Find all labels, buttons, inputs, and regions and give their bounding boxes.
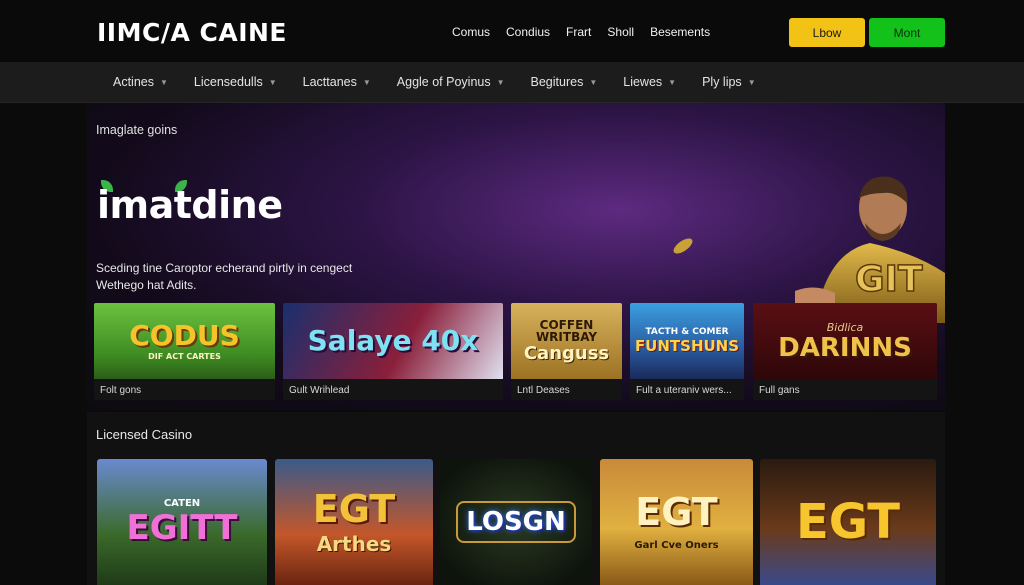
site-logo[interactable]: IIMC/A CAINE (97, 18, 287, 47)
game-card[interactable]: CODUS DIF ACT CARTES Folt gons (94, 303, 275, 400)
game-title-art: Salaye 40x (307, 324, 479, 357)
chevron-down-icon: ▼ (496, 77, 505, 87)
section-title: Licensed Casino (96, 427, 193, 442)
tile-title-art: EGITT (126, 508, 238, 548)
top-nav: Comus Condius Frart Sholl Besements (452, 25, 726, 39)
chevron-down-icon: ▼ (589, 77, 598, 87)
hero-description: Sceding tine Caroptor echerand pirtly in… (96, 260, 396, 294)
category-label: Liewes (623, 75, 663, 89)
game-card-label: Fult a uteraniv wers... (636, 385, 732, 396)
game-subtitle-art: FUNTSHUNS (634, 337, 740, 355)
casino-tile[interactable]: CATEN EGITT (97, 459, 267, 585)
game-card-art: CODUS DIF ACT CARTES (94, 303, 275, 379)
game-title-art-top: Bidlica (826, 320, 864, 334)
category-nav: Actines ▼ Licensedulls ▼ Lacttanes ▼ Aggle … (0, 62, 1024, 103)
hero-figure-badge: GIT (855, 259, 923, 300)
game-card-label: Gult Wrihlead (289, 385, 350, 396)
game-subtitle-art: Canguss (523, 343, 610, 364)
tile-title-art: EGT (635, 490, 718, 534)
hero-banner: Imaglate goins imatdine Sceding tine Car… (87, 103, 945, 410)
tile-title-art: EGT (312, 487, 396, 531)
game-card-label: Full gans (759, 385, 800, 396)
category-item-licensedulls[interactable]: Licensedulls ▼ (194, 75, 277, 89)
category-item-lacttanes[interactable]: Lacttanes ▼ (303, 75, 371, 89)
game-card-art: COFFEN WRITBAY Canguss (511, 303, 622, 379)
game-card[interactable]: COFFEN WRITBAY Canguss Lntl Deases (511, 303, 622, 400)
casino-tile[interactable]: EGT Garl Cve Oners (600, 459, 753, 585)
category-label: Lacttanes (302, 75, 357, 89)
hero-section-title: Imaglate goins (96, 123, 178, 137)
licensed-casino-section: Licensed Casino CATEN EGITT EGT Arthes L… (87, 412, 945, 585)
nav-link-sholl[interactable]: Sholl (607, 25, 634, 39)
game-title-art: DARINNS (778, 332, 912, 363)
tile-subtitle-art: Arthes (316, 532, 392, 556)
chevron-down-icon: ▼ (362, 77, 371, 87)
category-label: Licensedulls (193, 75, 263, 89)
category-item-aggle-of-poyinus[interactable]: Aggle of Poyinus ▼ (397, 75, 505, 89)
tile-subtitle-art: Garl Cve Oners (634, 540, 719, 551)
category-label: Actines (113, 75, 154, 89)
chevron-down-icon: ▼ (160, 77, 168, 87)
category-item-liewes[interactable]: Liewes ▼ (623, 75, 676, 89)
nav-link-comus[interactable]: Comus (452, 25, 490, 39)
game-card-art: Bidlica DARINNS (753, 303, 937, 379)
casino-tile[interactable]: EGT Arthes (275, 459, 433, 585)
chevron-down-icon: ▼ (268, 77, 277, 87)
hero-description-line: Sceding tine Caroptor echerand pirtly in… (96, 261, 353, 275)
category-item-actines[interactable]: Actines ▼ (113, 75, 168, 89)
game-card-art: TACTH & COMER FUNTSHUNS (630, 303, 744, 379)
hero-description-line: Wethego hat Adits. (96, 278, 197, 292)
game-card-art: Salaye 40x (283, 303, 503, 379)
category-label: Begitures (530, 75, 584, 89)
hero-brand-logo: imatdine (97, 183, 283, 227)
hero-character-illustration: GIT (795, 176, 945, 323)
gold-leaf-decoration (671, 235, 695, 257)
chevron-down-icon: ▼ (668, 77, 677, 87)
nav-link-frart[interactable]: Frart (566, 25, 591, 39)
nav-link-besements[interactable]: Besements (650, 25, 710, 39)
game-title-art: TACTH & COMER (645, 327, 729, 337)
chevron-down-icon: ▼ (747, 77, 756, 87)
game-card[interactable]: Salaye 40x Gult Wrihlead (283, 303, 503, 400)
top-bar: IIMC/A CAINE Comus Condius Frart Sholl B… (0, 0, 1024, 62)
nav-link-condius[interactable]: Condius (506, 25, 550, 39)
game-title-art: COFFEN WRITBAY (535, 318, 598, 344)
game-title-art: CODUS (129, 318, 240, 352)
signup-button[interactable]: Mont (869, 18, 945, 47)
category-label: Aggle of Poyinus (396, 75, 491, 89)
game-card-label: Lntl Deases (517, 385, 570, 396)
category-item-begitures[interactable]: Begitures ▼ (531, 75, 598, 89)
casino-tile[interactable]: EGT (760, 459, 936, 585)
tile-title-art: LOSGN (456, 501, 576, 543)
casino-tile[interactable]: LOSGN (440, 459, 592, 585)
game-subtitle-art: DIF ACT CARTES (148, 351, 221, 361)
category-label: Ply lips (702, 75, 742, 89)
tile-title-art: EGT (795, 494, 901, 550)
game-card-label: Folt gons (100, 385, 142, 396)
category-item-ply-lips[interactable]: Ply lips ▼ (702, 75, 756, 89)
login-button[interactable]: Lbow (789, 18, 865, 47)
game-card[interactable]: TACTH & COMER FUNTSHUNS Fult a uteraniv … (630, 303, 744, 400)
game-card[interactable]: Bidlica DARINNS Full gans (753, 303, 937, 400)
